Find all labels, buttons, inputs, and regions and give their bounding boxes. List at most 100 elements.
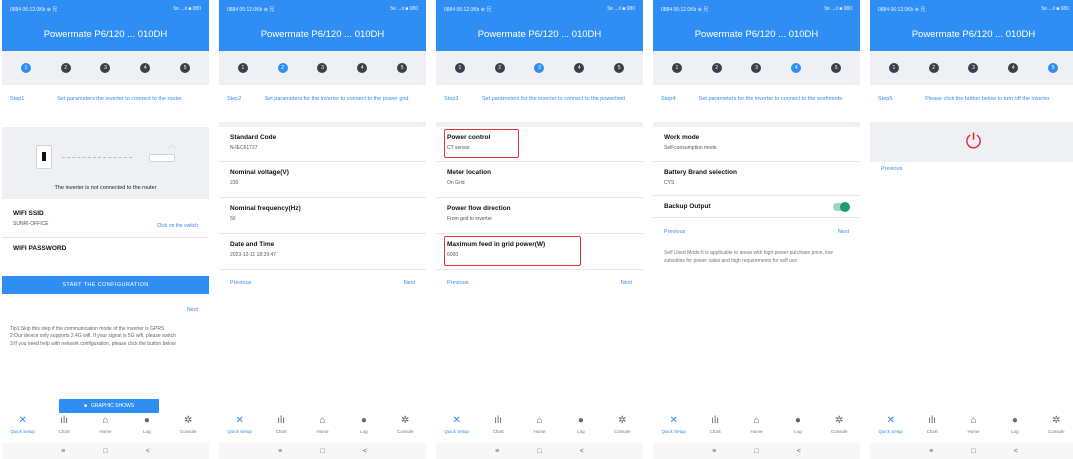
nav-console[interactable]: ✲ Console (605, 415, 639, 434)
back-icon[interactable]: < (1014, 448, 1018, 455)
step-dot-4[interactable]: 4 (791, 63, 802, 73)
step-dot-2[interactable]: 2 (277, 63, 288, 73)
switch-link[interactable]: Click on the switch (157, 223, 198, 229)
step-dot-3[interactable]: 3 (968, 63, 979, 73)
home-square-icon[interactable]: □ (103, 448, 107, 455)
field-value: 50 (230, 216, 236, 222)
next-link[interactable]: Next (621, 280, 632, 286)
nav-home[interactable]: ⌂ Home (522, 415, 556, 434)
step-dot-2[interactable]: 2 (60, 63, 71, 73)
menu-icon[interactable]: ≡ (61, 448, 65, 455)
step-dot-1[interactable]: 1 (671, 63, 682, 73)
menu-icon[interactable]: ≡ (278, 448, 282, 455)
nav-console[interactable]: ✲ Console (822, 415, 856, 434)
wifi-ssid-field[interactable]: WIFI SSID SUNRI-OFFICE Click on the swit… (2, 203, 209, 238)
step-dot-3[interactable]: 3 (751, 63, 762, 73)
standard-code-field[interactable]: Standard Code N-IEC61727 (219, 127, 426, 162)
home-square-icon[interactable]: □ (754, 448, 758, 455)
nav-home[interactable]: ⌂ Home (739, 415, 773, 434)
router-icon (149, 154, 175, 162)
nav-log[interactable]: ● Log (347, 415, 381, 434)
nav-home[interactable]: ⌂ Home (305, 415, 339, 434)
nav-console[interactable]: ✲ Console (171, 415, 205, 434)
nominal-voltage-field[interactable]: Nominal voltage(V) 230 (219, 162, 426, 198)
backup-output-toggle[interactable] (833, 202, 850, 212)
step-dot-4[interactable]: 4 (574, 63, 585, 73)
quick-setup-icon: ✕ (886, 415, 895, 426)
step-dot-2[interactable]: 2 (494, 63, 505, 73)
step-dot-4[interactable]: 4 (357, 63, 368, 73)
nav-console[interactable]: ✲ Console (388, 415, 422, 434)
nav-chart[interactable]: ılı Chart (47, 415, 81, 434)
nav-quick-setup[interactable]: ✕ Quick Setup (874, 415, 908, 434)
nav-home[interactable]: ⌂ Home (956, 415, 990, 434)
step-dot-1[interactable]: 1 (454, 63, 465, 73)
nav-log[interactable]: ● Log (130, 415, 164, 434)
nav-quick-setup[interactable]: ✕ Quick Setup (6, 415, 40, 434)
step-dot-5[interactable]: 5 (614, 63, 625, 73)
step-dot-4[interactable]: 4 (1008, 63, 1019, 73)
previous-link[interactable]: Previous (881, 166, 902, 172)
back-icon[interactable]: < (146, 448, 150, 455)
nav-chart[interactable]: ılı Chart (264, 415, 298, 434)
home-square-icon[interactable]: □ (320, 448, 324, 455)
menu-icon[interactable]: ≡ (929, 448, 933, 455)
power-flow-direction-field[interactable]: Power flow direction From grid to invert… (436, 198, 643, 234)
step-dot-2[interactable]: 2 (928, 63, 939, 73)
nav-home[interactable]: ⌂ Home (88, 415, 122, 434)
step-dot-3[interactable]: 3 (534, 63, 545, 73)
step-dot-4[interactable]: 4 (140, 63, 151, 73)
quick-setup-icon: ✕ (669, 415, 678, 426)
nav-quick-setup[interactable]: ✕ Quick Setup (440, 415, 474, 434)
next-link[interactable]: Next (404, 280, 415, 286)
step-dot-5[interactable]: 5 (180, 63, 191, 73)
next-link[interactable]: Next (187, 307, 198, 313)
step-dot-1[interactable]: 1 (20, 63, 31, 73)
nav-log[interactable]: ● Log (564, 415, 598, 434)
previous-link[interactable]: Previous (664, 229, 685, 235)
nav-chart[interactable]: ılı Chart (698, 415, 732, 434)
meter-location-field[interactable]: Meter location On Grid (436, 162, 643, 198)
back-icon[interactable]: < (580, 448, 584, 455)
back-icon[interactable]: < (797, 448, 801, 455)
step-label: Step5 (878, 96, 893, 102)
nav-label: Quick Setup (10, 429, 35, 434)
power-icon[interactable]: ⏻ (966, 132, 982, 152)
step-dot-2[interactable]: 2 (711, 63, 722, 73)
next-link[interactable]: Next (838, 229, 849, 235)
previous-link[interactable]: Previous (447, 280, 468, 286)
status-left: 0884 06:12.0Kb ⊕ 兄 (227, 6, 275, 13)
wifi-password-field[interactable]: WIFI PASSWORD (2, 238, 209, 266)
nav-console[interactable]: ✲ Console (1039, 415, 1073, 434)
step-dot-5[interactable]: 5 (1048, 63, 1059, 73)
battery-brand-field[interactable]: Battery Brand selection CYS (653, 162, 860, 196)
status-left: 0884 06:12.0Kb ⊕ 兄 (444, 6, 492, 13)
menu-icon[interactable]: ≡ (712, 448, 716, 455)
field-name: Nominal frequency(Hz) (230, 205, 301, 212)
step-dot-5[interactable]: 5 (831, 63, 842, 73)
step-dot-5[interactable]: 5 (397, 63, 408, 73)
nav-label: Quick Setup (444, 429, 469, 434)
step-dot-1[interactable]: 1 (888, 63, 899, 73)
nominal-frequency-field[interactable]: Nominal frequency(Hz) 50 (219, 198, 426, 234)
date-time-field[interactable]: Date and Time 2023-12-11 18:39:47 (219, 234, 426, 270)
back-icon[interactable]: < (363, 448, 367, 455)
phone-screen-step1: 0884 06:12.0Kb ⊕ 兄 5ʀ ...ıl ■ 080 Powerm… (2, 0, 209, 459)
start-configuration-button[interactable]: START THE CONFIGURATION (2, 276, 209, 294)
nav-log[interactable]: ● Log (998, 415, 1032, 434)
work-mode-field[interactable]: Work mode Self-consumption mode (653, 127, 860, 162)
nav-quick-setup[interactable]: ✕ Quick Setup (657, 415, 691, 434)
nav-quick-setup[interactable]: ✕ Quick Setup (223, 415, 257, 434)
connection-line (62, 157, 132, 158)
nav-log[interactable]: ● Log (781, 415, 815, 434)
step-dot-3[interactable]: 3 (317, 63, 328, 73)
previous-link[interactable]: Previous (230, 280, 251, 286)
home-square-icon[interactable]: □ (971, 448, 975, 455)
home-square-icon[interactable]: □ (537, 448, 541, 455)
menu-icon[interactable]: ≡ (495, 448, 499, 455)
nav-chart[interactable]: ılı Chart (481, 415, 515, 434)
nav-label: Console (830, 429, 848, 434)
nav-chart[interactable]: ılı Chart (915, 415, 949, 434)
step-dot-3[interactable]: 3 (100, 63, 111, 73)
step-dot-1[interactable]: 1 (237, 63, 248, 73)
